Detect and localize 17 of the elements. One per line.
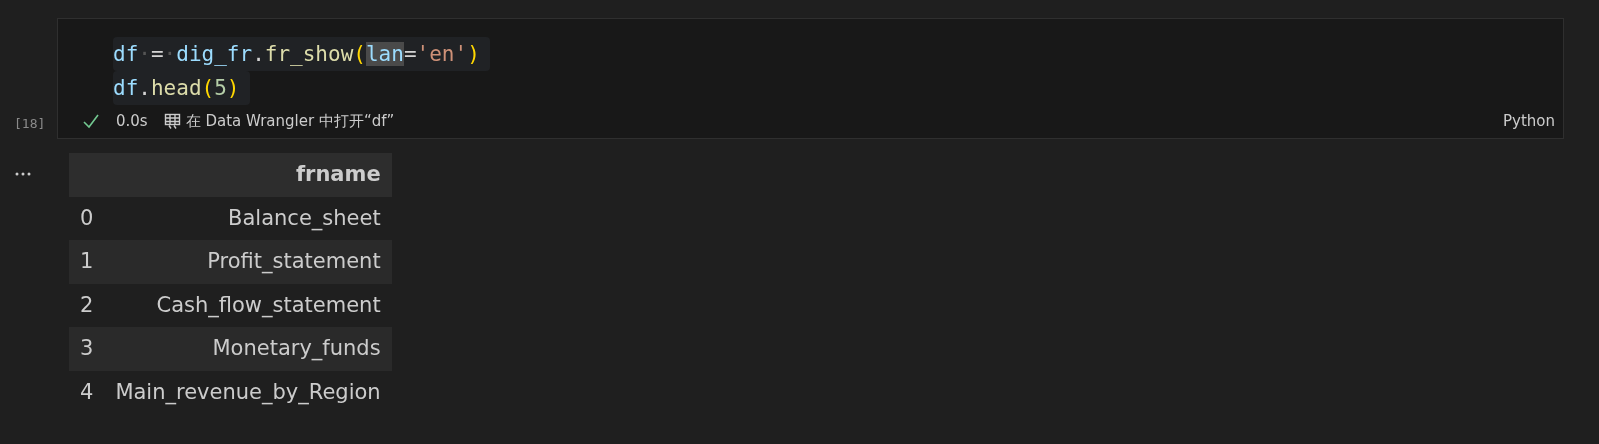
data-wrangler-link[interactable]: 在 Data Wrangler 中打开“df” [163, 109, 395, 132]
column-header: frname [104, 153, 392, 197]
table-icon [163, 112, 182, 129]
row-index: 1 [69, 240, 105, 284]
table-cell: Profit_statement [104, 240, 392, 284]
more-icon[interactable] [14, 170, 32, 177]
row-index: 2 [69, 283, 105, 327]
row-index: 0 [69, 196, 105, 240]
table-cell: Balance_sheet [104, 196, 392, 240]
row-index: 3 [69, 327, 105, 371]
language-label[interactable]: Python [1503, 109, 1555, 132]
row-index: 4 [69, 370, 105, 414]
duration-text: 0.0s [116, 110, 148, 132]
execution-count: [18] [14, 114, 46, 133]
table-cell: Main_revenue_by_Region [104, 370, 392, 414]
table-cell: Cash_flow_statement [104, 283, 392, 327]
table-cell: Monetary_funds [104, 327, 392, 371]
